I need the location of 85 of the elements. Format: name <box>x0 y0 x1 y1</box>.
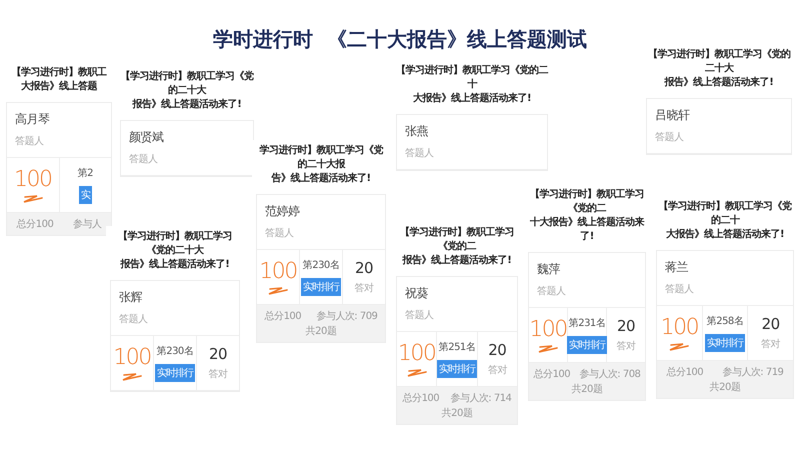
correct-count: 20 <box>762 315 780 333</box>
activity-title: 【学习进行时】教职工学习《党的二十大 <box>117 230 233 258</box>
rank-label: 第230名 <box>302 259 340 272</box>
activity-title: 【学习进行时】教职工 <box>10 66 108 80</box>
summary-text: 参与人次: 709 <box>316 310 378 323</box>
activity-title: 报告》线上答题活动来了! <box>663 76 774 90</box>
correct-count: 20 <box>354 259 374 277</box>
scribble-icon <box>22 194 44 202</box>
participant-name: 魏萍 <box>537 261 561 278</box>
live-ranking-button[interactable]: 实时排行 <box>301 278 341 296</box>
live-ranking-button[interactable]: 实时排行 <box>705 334 745 352</box>
participant-name: 蒋兰 <box>665 259 689 276</box>
participant-name: 张辉 <box>119 289 143 306</box>
activity-title: 【学习进行时】教职工学习《党的二十大 <box>646 48 792 76</box>
summary-text: 参与人次: 708 <box>579 368 640 381</box>
activity-title: 大报告》线上答题活动来了! <box>412 92 532 106</box>
activity-title: 【学习进行时】教职工学习《党的二 <box>529 188 645 216</box>
activity-title: 【学习进行时】教职工学习《党的二 <box>399 226 515 254</box>
correct-count: 20 <box>208 345 228 363</box>
scribble-icon <box>121 372 143 380</box>
activity-title: 大报告》线上答题活动来了! <box>664 228 786 242</box>
scribble-icon <box>668 342 690 350</box>
role-label: 答题人 <box>405 147 434 160</box>
role-label: 答题人 <box>265 227 294 240</box>
activity-title: 大报告》线上答题 <box>20 80 98 94</box>
scribble-icon <box>267 286 289 294</box>
role-label: 答题人 <box>405 309 434 322</box>
activity-title: 【学习进行时】教职工学习《党的二十大 <box>120 70 254 98</box>
role-label: 答题人 <box>655 131 684 144</box>
role-label: 答题人 <box>129 153 158 166</box>
score-value: 100 <box>259 260 297 284</box>
participant-name: 范婷婷 <box>265 203 300 220</box>
summary-text: 参与人次: 719 <box>722 366 784 379</box>
participant-name: 祝葵 <box>405 285 429 302</box>
role-label: 答题人 <box>665 283 694 296</box>
rank-label: 第230名 <box>156 345 194 358</box>
score-value: 100 <box>113 346 151 370</box>
activity-title: 学习进行时】教职工学习《党的二十大报 <box>258 144 384 172</box>
summary-text: 共20题 <box>442 406 472 420</box>
summary-text: 总分100 <box>666 366 704 379</box>
activity-title: 【学习进行时】教职工学习《党的二十 <box>658 200 793 228</box>
activity-title: 报告》线上答题活动来了! <box>131 98 242 112</box>
role-label: 答题人 <box>119 313 148 326</box>
rank-label: 第2 <box>78 167 93 180</box>
score-value: 100 <box>529 318 567 342</box>
role-label: 答题人 <box>15 135 44 148</box>
rank-label: 第251名 <box>438 341 476 354</box>
rank-label: 第231名 <box>568 317 606 330</box>
summary-text: 总分100 <box>402 392 440 405</box>
correct-label: 答对 <box>488 364 507 377</box>
live-ranking-button[interactable]: 实时排行 <box>437 360 477 378</box>
scribble-icon <box>406 368 428 376</box>
live-ranking-button[interactable]: 实 <box>78 186 92 204</box>
participant-name: 颜贤斌 <box>129 129 164 146</box>
summary-text: 共20题 <box>306 324 336 338</box>
activity-title: 报告》线上答题活动来了! <box>119 258 230 272</box>
summary-text: 参与人次: 714 <box>450 392 512 405</box>
correct-label: 答对 <box>208 368 228 381</box>
live-ranking-button[interactable]: 实时排行 <box>155 364 195 382</box>
rank-label: 第258名 <box>706 315 744 328</box>
summary-text: 总分100 <box>16 218 54 231</box>
activity-title: 十大报告》线上答题活动来了! <box>529 216 646 244</box>
participant-name: 高月琴 <box>15 111 50 128</box>
summary-text: 共20题 <box>572 382 602 396</box>
summary-text: 总分100 <box>534 368 570 381</box>
summary-text: 总分100 <box>264 310 302 323</box>
participant-name: 张燕 <box>405 123 429 140</box>
score-value: 100 <box>660 316 698 340</box>
correct-count: 20 <box>488 341 506 359</box>
activity-title: 【学习进行时】教职工学习《党的二十 <box>396 64 548 92</box>
correct-label: 答对 <box>616 340 636 353</box>
role-label: 答题人 <box>537 285 566 298</box>
activity-title: 告》线上答题活动来了! <box>270 172 372 186</box>
live-ranking-button[interactable]: 实时排行 <box>567 336 607 354</box>
correct-label: 答对 <box>761 338 780 351</box>
correct-label: 答对 <box>354 282 374 295</box>
score-value: 100 <box>14 168 52 192</box>
activity-title: 报告》线上答题活动来了! <box>401 254 512 268</box>
correct-count: 20 <box>616 317 636 335</box>
score-value: 100 <box>398 342 436 366</box>
scribble-icon <box>537 344 559 352</box>
page-title: 学时进行时 《二十大报告》线上答题测试 <box>212 26 588 53</box>
summary-text: 共20题 <box>710 380 740 394</box>
summary-text: 参与人 <box>72 218 102 231</box>
participant-name: 吕晓轩 <box>655 107 691 124</box>
